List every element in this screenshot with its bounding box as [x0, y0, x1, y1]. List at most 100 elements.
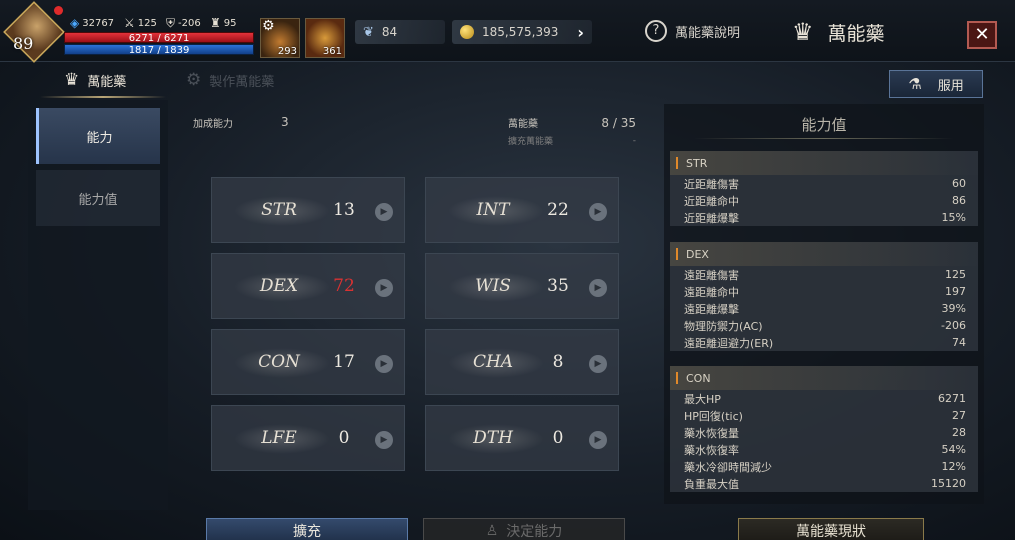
stat-row: 遠距離命中 197 [684, 285, 966, 299]
trophy-icon: ♜ [210, 16, 221, 30]
section-str: STR 近距離傷害 60 近距離命中 86 近距離爆擊 15% [670, 151, 978, 226]
stat-card-int[interactable]: INT 22 ▶ [425, 177, 619, 243]
stat-card-cha[interactable]: CHA 8 ▶ [425, 329, 619, 395]
stat-card-dex[interactable]: DEX 72 ▶ [211, 253, 405, 319]
character-level: 89 [13, 34, 34, 53]
elixir-icon: ♛ [64, 70, 80, 90]
stat-value: 22 [547, 200, 569, 220]
stat-row: 遠距離迴避力(ER) 74 [684, 336, 966, 350]
play-arrow-icon[interactable]: ▶ [589, 355, 607, 373]
section-marker [676, 248, 678, 260]
stat-attack: ⚔ 125 [124, 16, 157, 30]
bonus-label: 加成能力 [193, 119, 233, 130]
bonus-ability-info: 加成能力 3 [193, 115, 289, 130]
stat-row: 藥水冷卻時間減少 12% [684, 460, 966, 474]
stat-buff-power: ◈ 32767 [70, 16, 115, 30]
craft-gear-icon: ⚙ [186, 70, 202, 90]
feather-currency: ❦ 84 [355, 20, 445, 44]
elixir-count-label: 萬能藥 [508, 119, 538, 130]
sword-icon: ⚔ [124, 16, 135, 30]
stat-card-con[interactable]: CON 17 ▶ [211, 329, 405, 395]
stat-row: 近距離爆擊 15% [684, 211, 966, 225]
panel-title: 能力值 [801, 116, 847, 134]
help-button[interactable]: ? 萬能藥說明 [645, 20, 740, 42]
stat-row: 負重最大值 15120 [684, 477, 966, 491]
stat-row: 藥水恢復量 28 [684, 426, 966, 440]
power-buff-icon: ◈ [70, 16, 80, 30]
stat-row: 近距離傷害 60 [684, 177, 966, 191]
title-divider [694, 138, 954, 139]
stat-value: 13 [333, 200, 355, 220]
expand-button[interactable]: 擴充 [206, 518, 408, 540]
stat-trophy: ♜ 95 [210, 16, 237, 30]
chevron-right-icon[interactable]: › [577, 23, 584, 42]
stat-value: 0 [552, 428, 564, 448]
potion-icon: ⚗ [908, 75, 922, 93]
play-arrow-icon[interactable]: ▶ [375, 431, 393, 449]
bonus-value: 3 [281, 115, 289, 129]
expand-elixir-value: - [632, 135, 636, 146]
sidebar: 能力 能力值 [28, 100, 168, 510]
section-title: STR [686, 156, 708, 170]
stat-row: 藥水恢復率 54% [684, 443, 966, 457]
close-button[interactable]: ✕ [967, 21, 997, 49]
stat-row: HP回復(tic) 27 [684, 409, 966, 423]
tab-bar: ♛ 萬能藥 ⚙ 製作萬能藥 [0, 62, 1015, 100]
elixir-count-info: 萬能藥 8 / 35 擴充萬能藥 - [508, 115, 636, 148]
feather-icon: ❦ [363, 24, 374, 40]
play-arrow-icon[interactable]: ▶ [589, 431, 607, 449]
section-con: CON 最大HP 6271 HP回復(tic) 27 藥水恢復量 28 藥水恢復率 54… [670, 366, 978, 492]
sidebar-item-ability[interactable]: 能力 [36, 108, 160, 164]
stat-card-wis[interactable]: WIS 35 ▶ [425, 253, 619, 319]
section-dex: DEX 遠距離傷害 125 遠距離命中 197 遠距離爆擊 39% 物理防禦力(AC)… [670, 242, 978, 351]
stat-card-dth[interactable]: DTH 0 ▶ [425, 405, 619, 471]
stat-row: 遠距離爆擊 39% [684, 302, 966, 316]
mp-bar: 1817 / 1839 [64, 44, 254, 56]
play-arrow-icon[interactable]: ▶ [375, 203, 393, 221]
stat-value: 72 [333, 276, 355, 296]
section-title: DEX [686, 247, 709, 261]
stat-card-str[interactable]: STR 13 ▶ [211, 177, 405, 243]
gold-currency[interactable]: 185,575,393 › [452, 20, 592, 44]
stat-row: 近距離命中 86 [684, 194, 966, 208]
section-marker [676, 372, 678, 384]
gold-coin-icon [460, 25, 474, 39]
decide-ability-button[interactable]: ♙ 決定能力 [423, 518, 625, 540]
expand-elixir-label: 擴充萬能藥 [508, 137, 554, 147]
tab-craft-elixir[interactable]: ⚙ 製作萬能藥 [186, 70, 274, 90]
stat-values-panel: 能力值 STR 近距離傷害 60 近距離命中 86 近距離爆擊 15% DEX 遠距離… [664, 104, 984, 504]
elixir-status-button[interactable]: 萬能藥現狀 [738, 518, 924, 540]
hp-bar: 6271 / 6271 [64, 32, 254, 44]
play-arrow-icon[interactable]: ▶ [375, 355, 393, 373]
stat-value: 8 [552, 352, 564, 372]
stat-card-lfe[interactable]: LFE 0 ▶ [211, 405, 405, 471]
stat-row: 最大HP 6271 [684, 392, 966, 406]
item-count: 293 [277, 46, 297, 57]
gear-icon[interactable]: ⚙ [262, 18, 275, 34]
stat-row: 遠距離傷害 125 [684, 268, 966, 282]
sidebar-item-stat-values[interactable]: 能力值 [36, 170, 160, 226]
section-marker [676, 157, 678, 169]
play-arrow-icon[interactable]: ▶ [375, 279, 393, 297]
section-title: CON [686, 371, 711, 385]
play-arrow-icon[interactable]: ▶ [589, 279, 607, 297]
stat-defense: ⛨ -206 [166, 16, 201, 30]
quick-slot-elixir[interactable]: 361 [305, 18, 345, 58]
elixir-crown-icon: ♛ [792, 18, 814, 46]
notification-dot [54, 6, 63, 15]
question-icon: ? [645, 20, 667, 42]
person-icon: ♙ [485, 523, 499, 539]
top-bar: 89 ◈ 32767 ⚔ 125 ⛨ -206 ♜ 95 6271 / 6271… [0, 0, 1015, 63]
tab-elixir[interactable]: ♛ 萬能藥 [64, 70, 126, 90]
elixir-count-value: 8 / 35 [601, 115, 636, 130]
stat-value: 0 [338, 428, 350, 448]
item-count: 361 [322, 46, 342, 57]
play-arrow-icon[interactable]: ▶ [589, 203, 607, 221]
active-tab-underline [40, 96, 166, 98]
stat-value: 17 [333, 352, 355, 372]
stat-value: 35 [547, 276, 569, 296]
page-title: ♛ 萬能藥 [792, 18, 885, 46]
helmet-icon: ⛨ [166, 16, 176, 30]
stat-row: 物理防禦力(AC) -206 [684, 319, 966, 333]
use-button[interactable]: ⚗ 服用 [889, 70, 983, 98]
